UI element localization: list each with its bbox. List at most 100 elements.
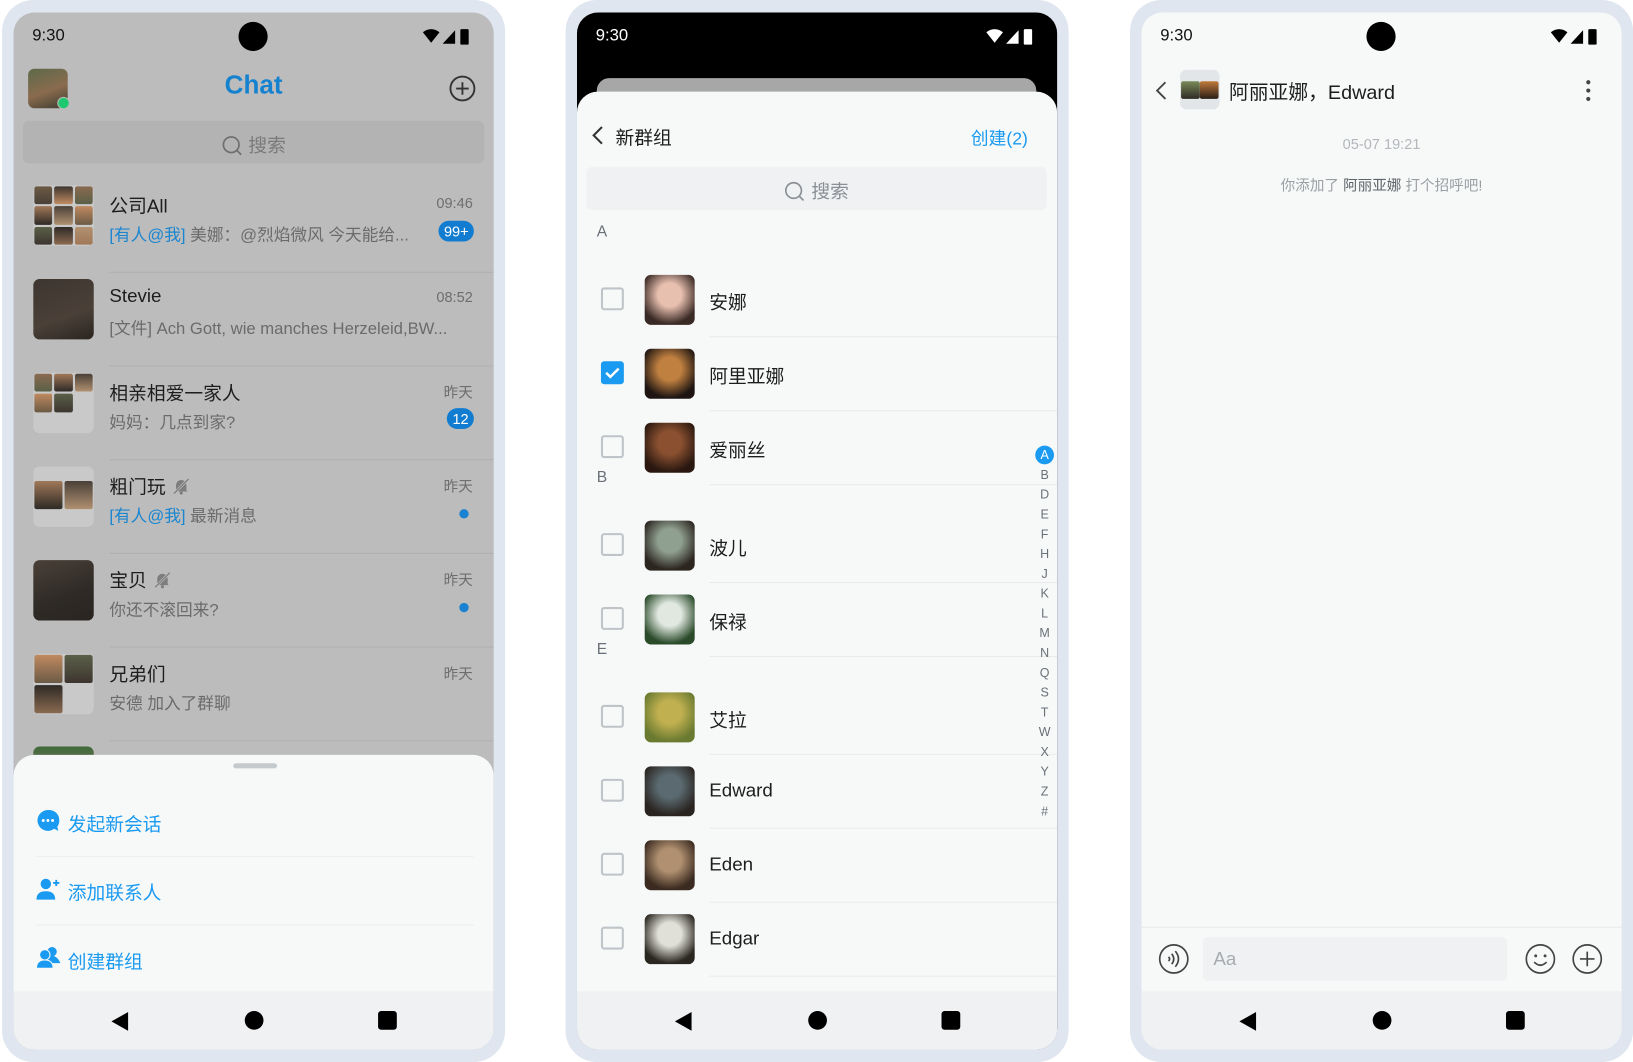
index-letter[interactable]: S [1032, 683, 1057, 703]
index-letter[interactable]: # [1032, 802, 1057, 822]
chat-row[interactable]: 兄弟们 安德 加入了群聊 昨天 [14, 648, 494, 742]
avatar-tile [34, 481, 63, 510]
message-input[interactable] [1202, 937, 1508, 981]
emoji-icon[interactable] [1525, 943, 1556, 974]
avatar-tile [74, 226, 93, 245]
avatar-tile [74, 206, 93, 225]
nav-recents-button[interactable] [1506, 1011, 1525, 1030]
contact-row[interactable]: 阿里亚娜 [577, 337, 1058, 412]
divider [709, 484, 1058, 486]
chat-preview: 安德 加入了群聊 [109, 689, 484, 714]
nav-bar [1141, 991, 1622, 1050]
preview-text: [文件] Ach Gott, wie manches Herzeleid,BW.… [109, 320, 448, 339]
index-letter[interactable]: Z [1032, 782, 1057, 802]
conversation-title: 阿丽亚娜，Edward [1228, 82, 1396, 105]
contact-row[interactable]: 保禄 [577, 583, 1058, 657]
index-letter[interactable]: W [1032, 723, 1057, 743]
checkbox[interactable] [600, 287, 624, 311]
checkbox[interactable] [600, 778, 624, 802]
index-letter[interactable]: E [1032, 505, 1057, 525]
checkbox[interactable] [600, 607, 624, 630]
search-icon [784, 181, 805, 202]
contact-row[interactable]: Eden [577, 829, 1058, 903]
contact-avatar [644, 348, 695, 399]
contact-row[interactable]: 波儿 [577, 509, 1058, 584]
index-letter[interactable]: Q [1032, 663, 1057, 683]
nav-recents-button[interactable] [378, 1011, 397, 1030]
search-bar[interactable]: 搜索 [586, 166, 1047, 211]
nav-back-button[interactable] [674, 1012, 692, 1031]
index-letter[interactable]: D [1032, 485, 1057, 505]
avatar-tile [54, 373, 73, 392]
index-letter[interactable]: L [1032, 604, 1057, 624]
more-menu-icon[interactable] [1584, 78, 1592, 103]
index-letter[interactable]: K [1032, 584, 1057, 604]
chat-row[interactable]: 宝贝 你还不滚回来? 昨天 [14, 554, 494, 648]
screen: 9:30 Chat 搜索 公司All [有人@我] 美娜：@烈焰微风 今天能给..… [13, 12, 494, 1050]
plus-icon[interactable] [1572, 943, 1603, 974]
contact-row[interactable]: Edgar [577, 903, 1058, 977]
index-letter[interactable]: H [1032, 545, 1057, 565]
avatar-tile [34, 654, 63, 684]
unread-badge: 99+ [438, 220, 474, 242]
contact-row[interactable]: 爱丽丝 [577, 411, 1058, 486]
contact-row[interactable]: 艾拉 [577, 681, 1058, 755]
index-letter[interactable]: B [1032, 465, 1057, 485]
avatar [33, 560, 94, 621]
chat-bubble-icon [37, 810, 60, 831]
chat-time: 08:52 [436, 288, 473, 306]
sheet-handle[interactable] [233, 763, 278, 769]
index-letter[interactable]: F [1032, 525, 1057, 545]
checkbox[interactable] [600, 852, 624, 876]
nav-home-button[interactable] [1372, 1011, 1392, 1030]
alphabet-index[interactable]: A B D E F H J K L M N Q S T W X Y Z # [1032, 445, 1057, 822]
divider [36, 855, 474, 857]
divider [36, 924, 474, 926]
unread-badge: 12 [447, 408, 474, 429]
search-bar[interactable]: 搜索 [22, 120, 485, 164]
nav-back-button[interactable] [111, 1012, 129, 1031]
back-icon[interactable] [1155, 80, 1167, 101]
checkbox[interactable] [600, 435, 624, 459]
add-icon[interactable] [449, 75, 476, 102]
sheet-item[interactable]: 发起新会话 [36, 801, 473, 843]
chat-row[interactable]: 相亲相爱一家人 妈妈：几点到家? 昨天 12 [14, 367, 494, 461]
create-button[interactable]: 创建(2) [971, 124, 1028, 150]
section-header: E [596, 640, 608, 659]
index-letter[interactable]: A [1035, 445, 1054, 465]
checkbox[interactable] [600, 361, 624, 385]
index-letter[interactable]: J [1032, 564, 1057, 584]
index-letter[interactable]: T [1032, 703, 1057, 723]
contact-avatar [644, 840, 695, 891]
sheet-item[interactable]: 添加联系人 [36, 869, 473, 911]
chat-name: 兄弟们 [109, 660, 165, 687]
chat-row[interactable]: 公司All [有人@我] 美娜：@烈焰微风 今天能给... 09:46 99+ [14, 179, 494, 273]
nav-back-button[interactable] [1239, 1012, 1257, 1031]
nav-recents-button[interactable] [941, 1011, 961, 1030]
index-letter[interactable]: M [1032, 624, 1057, 644]
back-icon[interactable] [592, 125, 604, 146]
contact-row[interactable]: Edward [577, 755, 1058, 829]
group-avatar[interactable] [1180, 69, 1220, 110]
section-header: A [596, 222, 608, 241]
chat-row[interactable]: 粗门玩 [有人@我] 最新消息 昨天 [14, 460, 494, 554]
index-letter[interactable]: X [1032, 742, 1057, 762]
voice-icon[interactable] [1158, 943, 1189, 974]
checkbox[interactable] [600, 926, 624, 950]
index-letter[interactable]: N [1032, 643, 1057, 663]
checkbox[interactable] [600, 533, 624, 557]
contact-name: 阿里亚娜 [709, 366, 785, 388]
index-letter[interactable]: Y [1032, 762, 1057, 782]
contact-name: Edgar [709, 927, 760, 949]
nav-home-button[interactable] [244, 1011, 264, 1030]
avatar-tile [64, 481, 93, 510]
nav-bar [576, 991, 1058, 1050]
chat-row[interactable]: Stevie [文件] Ach Gott, wie manches Herzele… [14, 273, 494, 367]
sheet-item[interactable]: 创建群组 [36, 938, 473, 980]
group-avatar [33, 185, 94, 246]
avatar-tile [64, 654, 93, 684]
phone-new-group: 9:30 新群组 创建(2) 搜索 A 安娜 阿里亚娜 爱丽丝 B 波儿 保禄 E 艾拉 Edwa… [565, 0, 1069, 1062]
contact-row[interactable]: 安娜 [577, 263, 1058, 338]
checkbox[interactable] [600, 704, 624, 728]
nav-home-button[interactable] [808, 1011, 827, 1030]
